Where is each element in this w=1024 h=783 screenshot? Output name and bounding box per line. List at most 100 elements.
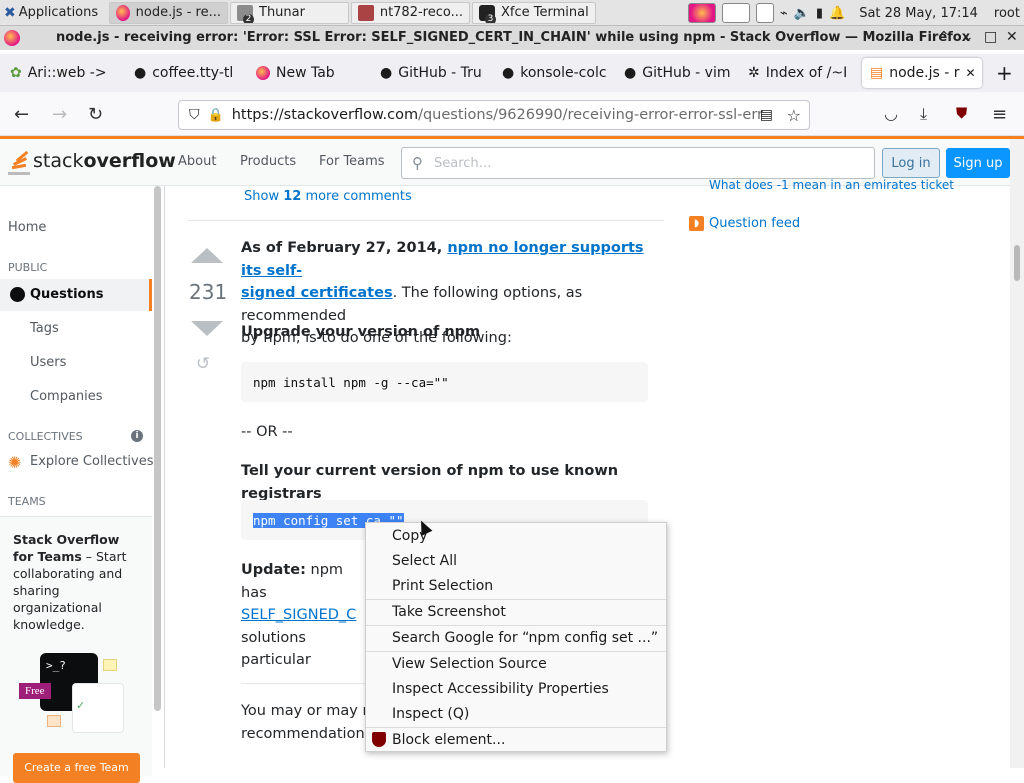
so-search-input[interactable]: ⚲ Search… <box>401 147 875 179</box>
shade-button[interactable]: ⌃ <box>938 29 950 45</box>
tab-label: GitHub - vim <box>642 65 731 81</box>
so-logo[interactable]: stack overflow <box>8 147 176 175</box>
nav-about[interactable]: About <box>178 154 216 169</box>
tab-new-tab[interactable]: New Tab <box>248 58 366 88</box>
tab-ariweb[interactable]: ✿ Ari::web -> <box>2 58 122 88</box>
login-button[interactable]: Log in <box>882 148 940 178</box>
update-label: Update: <box>241 562 306 578</box>
search-icon: ⚲ <box>412 154 423 172</box>
close-tab-icon[interactable]: ✕ <box>966 66 976 80</box>
show-more-suffix: more comments <box>301 189 412 204</box>
window-title: node.js - receiving error: 'Error: SSL E… <box>56 30 971 45</box>
shield-icon[interactable]: ⛉ <box>189 107 200 123</box>
workspace-1-icon[interactable] <box>687 3 716 23</box>
sidebar-scrollbar[interactable] <box>154 186 161 711</box>
menu-item-select-all[interactable]: Select All <box>392 553 457 569</box>
so-logo-light: stack <box>33 150 84 172</box>
menu-item-block-element[interactable]: Block element... <box>392 732 505 748</box>
user-name[interactable]: root <box>994 6 1020 21</box>
nav-products[interactable]: Products <box>240 154 296 169</box>
system-tray: ⌁ 🔈 ▮ 🔔 Sat 28 May, 17:14 root <box>687 0 1024 26</box>
tab-coffee[interactable]: ● coffee.tty-tl <box>126 58 244 88</box>
signup-button[interactable]: Sign up <box>946 148 1010 178</box>
code-block-install[interactable]: npm install npm -g --ca="" <box>241 362 648 402</box>
bookmark-star-icon[interactable]: ☆ <box>787 106 801 125</box>
menu-item-search-google[interactable]: Search Google for “npm config set ...” <box>392 630 658 646</box>
firefox-icon <box>4 30 20 46</box>
menu-item-print-selection[interactable]: Print Selection <box>392 578 493 594</box>
tab-index-of[interactable]: ✲ Index of /~I <box>740 58 856 88</box>
next-line-1: You may or may no <box>241 703 381 719</box>
maximize-button[interactable]: □ <box>984 29 997 45</box>
history-icon[interactable]: ↺ <box>196 354 210 374</box>
image-icon <box>358 4 374 21</box>
back-arrow-icon[interactable]: ← <box>14 104 29 125</box>
sidebar-item-explore-collectives[interactable]: Explore Collectives <box>30 454 154 469</box>
workspace-2-icon[interactable] <box>721 3 750 23</box>
tab-konsole[interactable]: ● konsole-colc <box>494 58 612 88</box>
teams-promo: Stack Overflow for Teams – Start collabo… <box>0 516 152 783</box>
so-logo-icon <box>8 147 30 175</box>
tab-nodejs-active[interactable]: ▤ node.js - r ✕ <box>862 58 982 88</box>
sidebar-item-tags[interactable]: Tags <box>30 321 59 336</box>
tab-github-tru[interactable]: ● GitHub - Tru <box>372 58 490 88</box>
rss-icon[interactable]: ◗ <box>689 216 704 231</box>
menu-icon[interactable]: ≡ <box>992 104 1007 125</box>
so-icon: ▤ <box>870 65 884 81</box>
network-icon[interactable]: ⌁ <box>780 6 788 21</box>
task-terminal[interactable]: 3 Xfce Terminal <box>472 1 596 24</box>
upvote-button[interactable] <box>191 248 223 263</box>
menu-item-take-screenshot[interactable]: Take Screenshot <box>392 604 506 620</box>
info-icon[interactable]: i <box>131 430 143 442</box>
forward-arrow-icon[interactable]: → <box>52 104 67 125</box>
pocket-icon[interactable]: ◡ <box>884 104 898 123</box>
nav-for-teams[interactable]: For Teams <box>319 154 385 169</box>
collectives-icon: ✺ <box>8 453 22 472</box>
clock[interactable]: Sat 28 May, 17:14 <box>859 6 978 21</box>
close-button[interactable]: ✕ <box>1006 29 1018 45</box>
downvote-button[interactable] <box>191 321 223 336</box>
minimize-button[interactable]: ⌄ <box>962 29 974 45</box>
sidebar-item-home[interactable]: Home <box>8 220 46 235</box>
so-logo-bold: overflow <box>83 150 176 172</box>
task-label: Thunar <box>259 5 305 20</box>
reader-view-icon[interactable]: ▤ <box>760 107 773 123</box>
volume-icon[interactable]: 🔈 <box>794 6 810 21</box>
answer-divider <box>241 683 373 684</box>
battery-icon[interactable]: ▮ <box>816 6 823 21</box>
show-more-prefix: Show <box>244 189 284 204</box>
downloads-icon[interactable]: ⤓ <box>920 104 927 124</box>
ublock-icon[interactable]: ⛊ <box>956 104 967 122</box>
applications-menu[interactable]: ✖ Applications <box>0 0 109 26</box>
menu-separator <box>366 651 666 652</box>
question-feed-link[interactable]: Question feed <box>709 216 800 231</box>
related-question-link[interactable]: What does -1 mean in an emirates ticket <box>709 178 954 192</box>
self-signed-link[interactable]: SELF_SIGNED_C <box>241 607 356 623</box>
task-image-viewer[interactable]: nt782-reco... <box>351 1 470 24</box>
show-more-comments[interactable]: Show 12 more comments <box>244 189 412 204</box>
create-team-button[interactable]: Create a free Team <box>13 753 140 783</box>
sidebar-item-companies[interactable]: Companies <box>30 389 103 404</box>
page-scrollbar[interactable] <box>1010 139 1024 768</box>
globe-icon <box>10 287 25 302</box>
github-icon: ● <box>624 65 637 81</box>
task-firefox[interactable]: node.js - re... <box>109 1 228 24</box>
sidebar-item-questions[interactable]: Questions <box>0 279 152 311</box>
notification-icon[interactable]: 🔔 <box>829 6 845 21</box>
menu-item-inspect[interactable]: Inspect (Q) <box>392 706 469 722</box>
task-thunar[interactable]: 2 Thunar <box>230 1 349 24</box>
chat-bubble-icon <box>47 715 61 727</box>
menu-item-view-selection-source[interactable]: View Selection Source <box>392 656 547 672</box>
workspace-3-icon[interactable] <box>755 3 774 23</box>
system-taskbar: ✖ Applications node.js - re... 2 Thunar … <box>0 0 1024 26</box>
url-bar[interactable]: ⛉ 🔒 https://stackoverflow.com/questions/… <box>178 100 810 130</box>
url-path: /questions/9626990/receiving-error-error… <box>418 107 764 123</box>
reload-icon[interactable]: ↻ <box>88 104 103 125</box>
lock-icon[interactable]: 🔒 <box>208 108 224 123</box>
new-tab-icon[interactable]: + <box>996 61 1013 85</box>
tab-github-vim[interactable]: ● GitHub - vim <box>616 58 734 88</box>
scrollbar-thumb[interactable] <box>1014 245 1020 281</box>
menu-item-inspect-accessibility[interactable]: Inspect Accessibility Properties <box>392 681 609 697</box>
url-host: https://stackoverflow.com <box>231 107 419 123</box>
sidebar-item-users[interactable]: Users <box>30 355 66 370</box>
